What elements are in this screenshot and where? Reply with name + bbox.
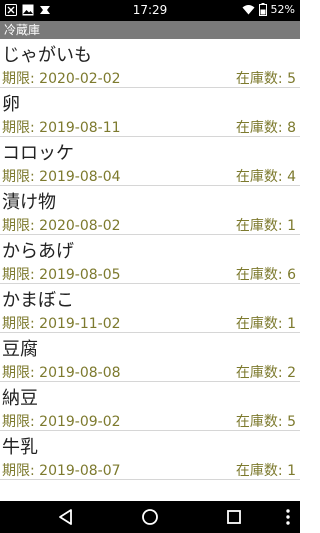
item-stock: 在庫数: 8: [235, 120, 296, 136]
item-stock: 在庫数: 6: [235, 267, 296, 283]
back-icon: [56, 507, 76, 527]
item-expiry: 期限: 2019-08-07: [2, 463, 121, 479]
item-stock: 在庫数: 1: [235, 463, 296, 479]
item-expiry: 期限: 2020-02-02: [2, 71, 121, 87]
list-item[interactable]: コロッケ期限: 2019-08-04 在庫数: 4: [0, 137, 300, 186]
list-item[interactable]: かまぼこ期限: 2019-11-02 在庫数: 1: [0, 284, 300, 333]
item-name: 卵: [2, 94, 20, 115]
item-stock: 在庫数: 4: [235, 169, 296, 185]
navigation-bar: [0, 501, 300, 533]
list-item[interactable]: 納豆期限: 2019-09-02 在庫数: 5: [0, 382, 300, 431]
inventory-list: じゃがいも 期限: 2020-02-02 在庫数: 5 卵期限: 2019-08-11…: [0, 39, 300, 480]
item-name: じゃがいも: [2, 45, 92, 66]
status-bar: 17:29 52%: [0, 0, 300, 21]
recents-icon: [224, 507, 244, 527]
home-icon: [140, 507, 160, 527]
item-name: かまぼこ: [2, 290, 74, 311]
more-button[interactable]: [278, 507, 298, 527]
more-icon: [278, 507, 298, 527]
item-name: 納豆: [2, 388, 38, 409]
list-item[interactable]: からあげ期限: 2019-08-05 在庫数: 6: [0, 235, 300, 284]
item-expiry: 期限: 2019-09-02: [2, 414, 121, 430]
battery-percent: 52%: [270, 3, 295, 16]
item-expiry: 期限: 2019-08-04: [2, 169, 121, 185]
item-name: 漬け物: [2, 192, 56, 213]
list-item[interactable]: 牛乳期限: 2019-08-07 在庫数: 1: [0, 431, 300, 480]
item-expiry: 期限: 2019-08-05: [2, 267, 121, 283]
system-icons: 52%: [242, 3, 295, 16]
item-stock: 在庫数: 1: [235, 316, 296, 332]
item-expiry: 期限: 2020-08-02: [2, 218, 121, 234]
item-stock: 在庫数: 5: [235, 414, 296, 430]
list-item[interactable]: 卵期限: 2019-08-11 在庫数: 8: [0, 88, 300, 137]
item-name: からあげ: [2, 241, 74, 262]
item-stock: 在庫数: 1: [235, 218, 296, 234]
page-title: 冷蔵庫: [0, 21, 300, 39]
recents-button[interactable]: [224, 507, 244, 527]
list-item[interactable]: 漬け物期限: 2020-08-02 在庫数: 1: [0, 186, 300, 235]
item-name: コロッケ: [2, 143, 74, 164]
home-button[interactable]: [140, 507, 160, 527]
item-expiry: 期限: 2019-08-08: [2, 365, 121, 381]
item-name: 豆腐: [2, 339, 38, 360]
item-expiry: 期限: 2019-11-02: [2, 316, 121, 332]
item-stock: 在庫数: 5: [235, 71, 296, 87]
list-item[interactable]: 豆腐期限: 2019-08-08 在庫数: 2: [0, 333, 300, 382]
battery-icon: [258, 3, 267, 16]
back-button[interactable]: [56, 507, 76, 527]
item-stock: 在庫数: 2: [235, 365, 296, 381]
item-expiry: 期限: 2019-08-11: [2, 120, 121, 136]
item-name: 牛乳: [2, 437, 38, 458]
list-item[interactable]: じゃがいも期限: 2020-02-02 在庫数: 5: [0, 39, 300, 88]
wifi-icon: [242, 4, 255, 15]
